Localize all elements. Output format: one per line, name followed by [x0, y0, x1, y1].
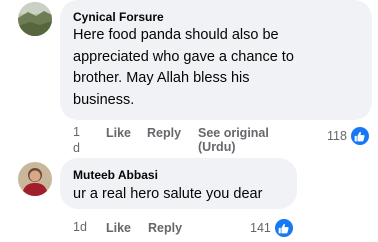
- avatar[interactable]: [18, 162, 52, 196]
- like-button[interactable]: Like: [106, 126, 131, 140]
- comment-timestamp[interactable]: 1: [73, 125, 80, 139]
- comment-text-line: ur a real hero salute you dear: [73, 186, 263, 202]
- comment-text-line: brother. May Allah bless his: [73, 70, 250, 86]
- reply-button[interactable]: Reply: [147, 126, 181, 140]
- reaction-count: 118: [327, 129, 347, 143]
- comment-text-line: Here food panda should also be: [73, 27, 279, 43]
- reply-button[interactable]: Reply: [148, 221, 182, 235]
- comment-text-line: appreciated who gave a chance to: [73, 48, 294, 65]
- profile-photo-landscape: [18, 2, 52, 36]
- like-button[interactable]: Like: [106, 221, 131, 235]
- see-original-link[interactable]: See original: [198, 126, 269, 140]
- reaction-summary[interactable]: 141: [250, 218, 294, 238]
- reaction-summary[interactable]: 118: [327, 126, 370, 146]
- see-original-link[interactable]: (Urdu): [198, 140, 236, 154]
- avatar[interactable]: [18, 2, 52, 36]
- comment-author[interactable]: Cynical Forsure: [73, 10, 164, 24]
- comment-text-line: business.: [73, 91, 135, 108]
- profile-photo-person: [18, 162, 52, 196]
- like-icon: [273, 218, 294, 238]
- comment-author[interactable]: Muteeb Abbasi: [73, 168, 158, 182]
- comment-timestamp[interactable]: d: [73, 141, 80, 155]
- like-icon: [349, 126, 370, 146]
- comment-timestamp[interactable]: 1d: [73, 220, 87, 234]
- reaction-count: 141: [250, 221, 271, 235]
